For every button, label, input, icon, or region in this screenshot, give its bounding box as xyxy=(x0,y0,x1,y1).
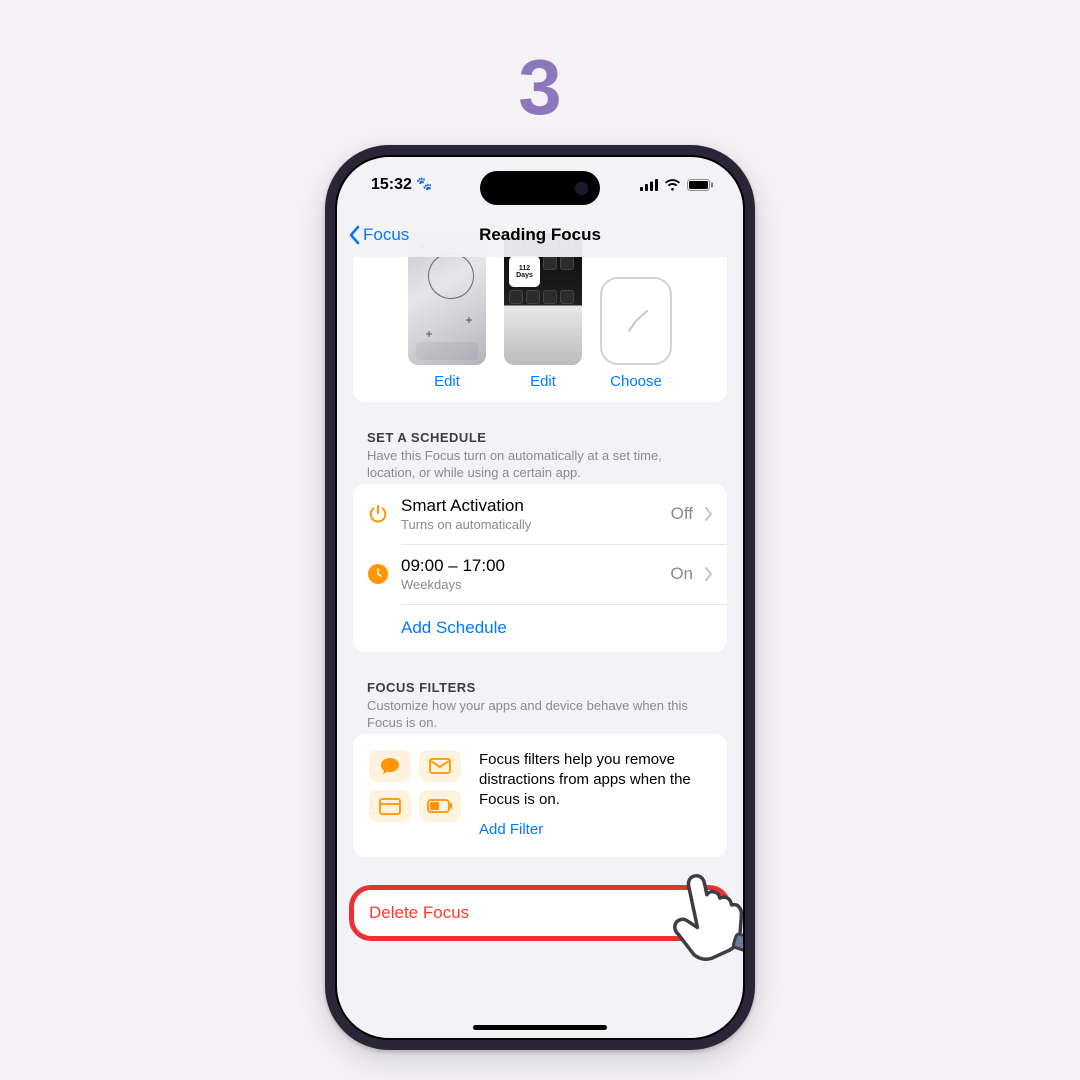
back-label: Focus xyxy=(363,225,409,245)
smart-activation-value: Off xyxy=(671,504,693,524)
add-filter-button[interactable]: Add Filter xyxy=(479,820,711,840)
phone-screen: 15:32 🐾 Focus Reading Focus Ed xyxy=(335,155,745,1040)
time-schedule-title: 09:00 – 17:00 xyxy=(401,556,658,576)
watch-face-option[interactable]: Choose xyxy=(600,277,672,390)
filters-card: Focus filters help you remove distractio… xyxy=(353,734,727,857)
cellular-icon xyxy=(640,179,658,191)
schedule-card: Smart Activation Turns on automatically … xyxy=(353,484,727,652)
phone-frame: 15:32 🐾 Focus Reading Focus Ed xyxy=(325,145,755,1050)
calendar-filter-icon xyxy=(369,790,411,822)
watch-label: Choose xyxy=(610,373,662,390)
battery-icon xyxy=(687,179,713,191)
time-schedule-sub: Weekdays xyxy=(401,577,658,592)
filters-description: Focus filters help you remove distractio… xyxy=(479,750,711,811)
filters-subtitle: Customize how your apps and device behav… xyxy=(367,698,713,732)
status-time: 15:32 🐾 xyxy=(371,176,433,194)
power-icon xyxy=(367,503,389,525)
time-schedule-row[interactable]: 09:00 – 17:00 Weekdays On xyxy=(353,544,727,604)
step-number: 3 xyxy=(0,42,1080,133)
chevron-left-icon xyxy=(347,225,361,245)
chevron-right-icon xyxy=(705,507,713,521)
filters-text: Focus filters help you remove distractio… xyxy=(479,750,711,841)
add-schedule-label: Add Schedule xyxy=(401,618,507,638)
battery-filter-icon xyxy=(419,790,461,822)
smart-activation-sub: Turns on automatically xyxy=(401,517,659,532)
filters-header: FOCUS FILTERS Customize how your apps an… xyxy=(353,652,727,734)
filter-icons-grid xyxy=(369,750,461,822)
content-scroll[interactable]: Edit 112Days Edit Choose xyxy=(337,157,743,1038)
smart-activation-row[interactable]: Smart Activation Turns on automatically … xyxy=(353,484,727,544)
customize-screens-card: Edit 112Days Edit Choose xyxy=(353,233,727,402)
home-indicator[interactable] xyxy=(473,1025,607,1030)
tap-hand-icon xyxy=(647,845,743,965)
add-schedule-row[interactable]: Add Schedule xyxy=(353,604,727,652)
chevron-right-icon xyxy=(705,567,713,581)
schedule-title: SET A SCHEDULE xyxy=(367,430,713,445)
schedule-header: SET A SCHEDULE Have this Focus turn on a… xyxy=(353,402,727,484)
wifi-icon xyxy=(664,179,681,191)
smart-activation-title: Smart Activation xyxy=(401,496,659,516)
time-schedule-value: On xyxy=(670,564,693,584)
clock-icon xyxy=(367,563,389,585)
delete-section: Delete Focus xyxy=(353,889,727,937)
nav-bar: Focus Reading Focus xyxy=(337,213,743,257)
home-screen-label: Edit xyxy=(530,373,556,390)
mail-filter-icon xyxy=(419,750,461,782)
messages-filter-icon xyxy=(369,750,411,782)
watch-thumb xyxy=(600,277,672,365)
back-button[interactable]: Focus xyxy=(337,225,409,245)
schedule-subtitle: Have this Focus turn on automatically at… xyxy=(367,448,713,482)
lock-screen-label: Edit xyxy=(434,373,460,390)
status-indicators xyxy=(640,179,713,191)
dynamic-island xyxy=(480,171,600,205)
filters-title: FOCUS FILTERS xyxy=(367,680,713,695)
